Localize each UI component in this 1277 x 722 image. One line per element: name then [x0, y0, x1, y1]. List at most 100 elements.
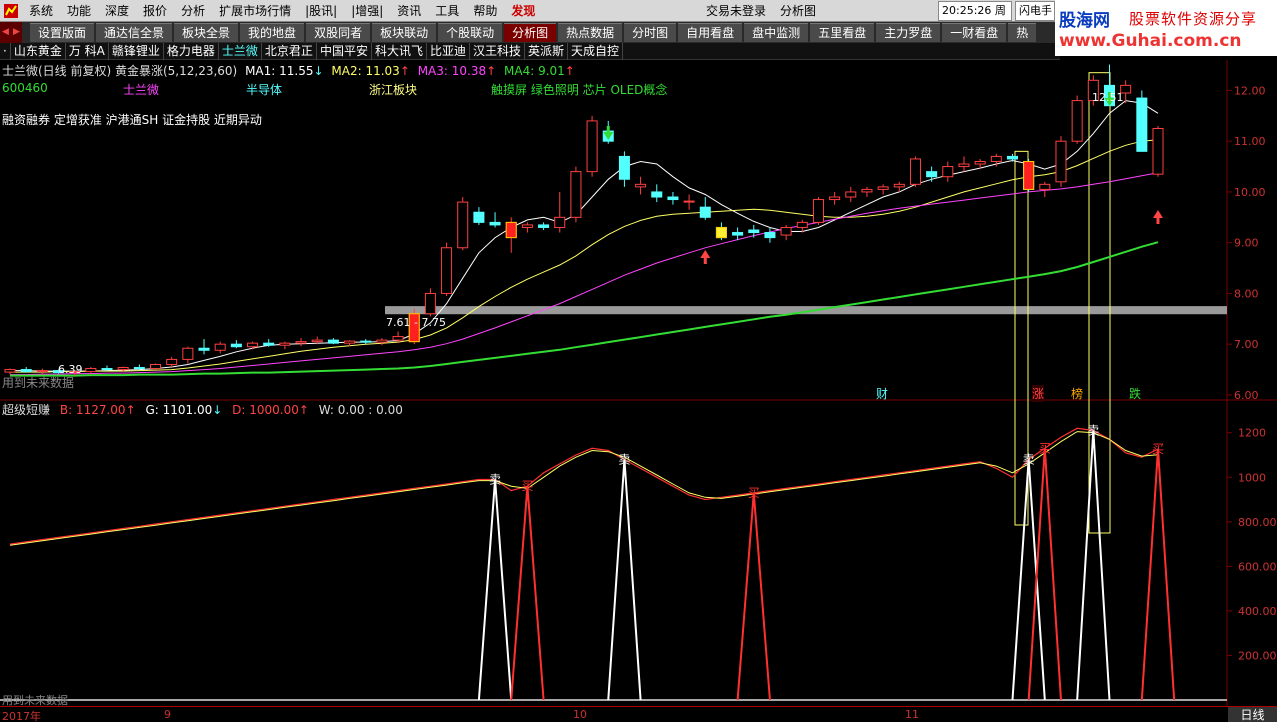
candle-body-26 [424, 292, 436, 315]
menu-item-4[interactable]: 分析 [174, 0, 212, 22]
candle-body-38 [618, 155, 630, 180]
candle-body-46 [748, 229, 760, 234]
menu-item-5[interactable]: 扩展市场行情 [212, 0, 298, 22]
menu-item-3[interactable]: 报价 [136, 0, 174, 22]
tab-3[interactable]: 我的地盘 [240, 23, 305, 42]
candle-body-70 [1136, 97, 1148, 152]
analysis-chart[interactable]: 12.00 11.00 10.00 9.00 8.00 7.00 6.00 1200 1000 8… [0, 60, 1277, 707]
tab-7[interactable]: 分析图 [504, 23, 557, 42]
stock-item-10[interactable]: 汉王科技 [470, 42, 525, 60]
tab-6[interactable]: 个股联动 [438, 23, 503, 42]
tab-13[interactable]: 主力罗盘 [876, 23, 941, 42]
menu-item-1[interactable]: 功能 [60, 0, 98, 22]
flash-trade-button[interactable]: 闪电手 [1015, 1, 1055, 21]
ma1-down-icon: ↓ [313, 64, 324, 78]
stock-item-6[interactable]: 北京君正 [262, 42, 317, 60]
signal-candle-1 [505, 221, 517, 239]
tab-2[interactable]: 板块全景 [174, 23, 239, 42]
stock-item-0[interactable]: · [0, 42, 11, 60]
menu-item-9[interactable]: 工具 [428, 0, 466, 22]
candle-body-19 [311, 339, 323, 343]
stock-item-11[interactable]: 英派斯 [525, 42, 569, 60]
view-title: 分析图 [780, 4, 817, 18]
sell-spike-1 [607, 459, 642, 701]
buy-spike-3 [1140, 448, 1176, 701]
sub-axis-label-0: 1200 [1238, 427, 1266, 440]
candle-body-27 [441, 247, 453, 294]
app-logo-icon[interactable] [0, 0, 22, 22]
stock-item-8[interactable]: 科大讯飞 [372, 42, 427, 60]
tab-15[interactable]: 热 [1008, 23, 1037, 42]
candle-body-1 [20, 369, 32, 373]
price-axis-label-5: 7.00 [1234, 338, 1259, 351]
app-window: 系统 功能 深度 报价 分析 扩展市场行情 |股讯| |增强| 资讯 工具 帮助 发现 交易未登录 分… [0, 0, 1277, 722]
stock-region: 浙江板块 [369, 83, 418, 97]
tab-4[interactable]: 双股同者 [306, 23, 371, 42]
tab-5[interactable]: 板块联动 [372, 23, 437, 42]
tab-scroll-right-icon[interactable]: ▶ [11, 22, 22, 43]
sub-b-value: B: 1127.00 [59, 403, 126, 417]
stock-item-9[interactable]: 比亚迪 [427, 42, 470, 60]
candle-body-64 [1039, 183, 1051, 190]
stock-item-1[interactable]: 山东黄金 [11, 42, 66, 60]
stock-item-4[interactable]: 格力电器 [164, 42, 219, 60]
candle-body-14 [230, 343, 242, 348]
tab-10[interactable]: 自用看盘 [678, 23, 743, 42]
stock-item-2[interactable]: 万 科A [66, 42, 109, 60]
price-axis-label-2: 10.00 [1234, 186, 1266, 199]
stock-concepts: 触摸屏 绿色照明 芯片 OLED概念 [491, 83, 668, 97]
period-selector[interactable]: 日线 [1228, 707, 1277, 722]
candle-body-24 [392, 336, 404, 341]
site-banner[interactable]: 股海网 股票软件资源分享 www.Guhai.com.cn [1055, 0, 1277, 56]
menu-item-10[interactable]: 帮助 [466, 0, 504, 22]
chart-canvas[interactable]: 12.00 11.00 10.00 9.00 8.00 7.00 6.00 1200 1000 8… [0, 60, 1277, 706]
sell-spike-3 [1076, 430, 1111, 701]
stock-item-7[interactable]: 中国平安 [317, 42, 372, 60]
candle-body-16 [263, 342, 275, 346]
menu-item-6[interactable]: |股讯| [298, 0, 344, 22]
menu-item-7[interactable]: |增强| [344, 0, 390, 22]
candle-body-18 [295, 341, 307, 344]
event-zhang[interactable]: 涨 [1032, 385, 1045, 402]
menu-item-8[interactable]: 资讯 [390, 0, 428, 22]
candle-body-9 [150, 363, 162, 370]
candle-body-45 [732, 232, 744, 236]
menu-item-0[interactable]: 系统 [22, 0, 60, 22]
indicator-name: 士兰微(日线 前复权) 黄金暴涨(5,12,23,60) [2, 64, 238, 78]
time-label-year: 2017年 [2, 710, 41, 722]
candle-body-57 [926, 171, 938, 178]
login-status[interactable]: 交易未登录 [706, 0, 766, 22]
stock-item-3[interactable]: 赣锋锂业 [109, 42, 164, 60]
candle-body-40 [651, 191, 663, 198]
event-die[interactable]: 跌 [1129, 385, 1141, 402]
menu-item-2[interactable]: 深度 [98, 0, 136, 22]
tab-8[interactable]: 热点数据 [558, 23, 623, 42]
tab-12[interactable]: 五里看盘 [810, 23, 875, 42]
tab-0[interactable]: 设置版面 [30, 23, 95, 42]
stock-item-5[interactable]: 士兰微 [219, 42, 262, 60]
buy-spike-1-label: 买 [748, 486, 760, 500]
tabs: 设置版面 通达信全景 板块全景 我的地盘 双股同者 板块联动 个股联动 分析图 热点数据 分时图自… [30, 23, 1038, 42]
candle-body-52 [845, 191, 857, 198]
tab-9[interactable]: 分时图 [624, 23, 677, 42]
tab-1[interactable]: 通达信全景 [96, 23, 173, 42]
time-axis[interactable]: 2017年 9 10 11 日线 [0, 706, 1277, 722]
tab-scroll-left-icon[interactable]: ◀ [0, 22, 11, 43]
signal-candle-3 [1023, 160, 1035, 190]
ma3-value: MA3: 10.38 [417, 64, 487, 78]
menu-items: 系统 功能 深度 报价 分析 扩展市场行情 |股讯| |增强| 资讯 工具 帮助 发现 [22, 0, 542, 22]
candle-body-42 [683, 200, 695, 203]
banner-url: www.Guhai.com.cn [1059, 31, 1242, 51]
candle-body-33 [538, 224, 550, 228]
stock-item-12[interactable]: 天成自控 [568, 42, 624, 60]
price-axis-label-0: 12.00 [1234, 84, 1266, 97]
ma3-line [10, 172, 1159, 376]
tab-11[interactable]: 盘中监测 [744, 23, 809, 42]
event-bang[interactable]: 榜 [1071, 385, 1083, 402]
event-cai[interactable]: 财 [876, 385, 888, 402]
menu-item-11[interactable]: 发现 [504, 0, 542, 22]
candle-body-41 [667, 196, 679, 201]
buy-spike-2-label: 买 [1039, 441, 1051, 455]
tab-14[interactable]: 一财看盘 [942, 23, 1007, 42]
sell-spike-2 [1011, 459, 1046, 701]
